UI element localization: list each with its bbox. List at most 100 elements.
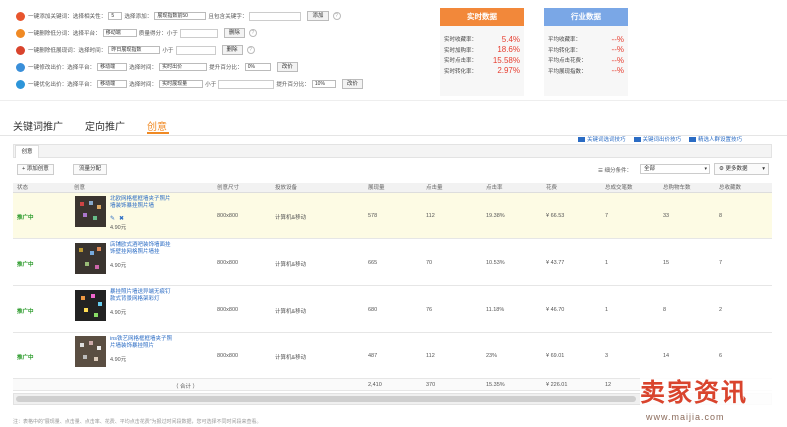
table-row: 推广中 ins铁艺网格框框墙夹子照片墙装饰暴挂照片 4.90元 800x800 … xyxy=(13,333,772,379)
change-bid-button[interactable]: 改价 xyxy=(341,79,363,89)
keyword-include-input[interactable] xyxy=(249,11,302,21)
creative-thumbnail[interactable] xyxy=(75,336,106,367)
creative-title-link[interactable]: 店铺欧式酒吧装饰墙面挂饰壁挂网格照片墙挂 xyxy=(110,242,174,256)
total-cost: ¥ 226.01 xyxy=(546,382,568,388)
stat-label: 平均展现指数： xyxy=(548,68,587,75)
tip-link-keyword-select[interactable]: 关键词选词技巧 xyxy=(587,135,626,143)
platform-select[interactable]: 移动端 xyxy=(97,80,128,88)
add-creative-button[interactable]: + 添加创意 xyxy=(17,164,54,175)
stat-row: 平均收藏率： --% xyxy=(544,34,628,45)
table-row: 推广中 北欧网格框框墙夹子照片墙装饰暴挂照片墙 ✎ ✖ 4.90元 800x80… xyxy=(13,193,772,239)
help-icon[interactable]: ? xyxy=(248,29,257,37)
creative-thumbnail[interactable] xyxy=(75,196,106,227)
active-tab-underline xyxy=(147,132,169,134)
stat-row: 实时加购率： 18.6% xyxy=(440,45,524,56)
op-label: 一键修改出价：选择平台： xyxy=(28,65,96,71)
add-range-select[interactable]: 展现指数前50 xyxy=(154,12,207,20)
col-size[interactable]: 创意尺寸 xyxy=(217,183,239,193)
col-device[interactable]: 投放设备 xyxy=(275,183,297,193)
subtab-creative[interactable]: 创意 xyxy=(15,145,39,158)
stat-value: 5.4% xyxy=(501,34,520,44)
flow-allocation-button[interactable]: 流量分配 xyxy=(73,164,108,175)
subtab-bar xyxy=(13,144,772,158)
more-data-button[interactable]: ⚙ 更多数据 ▾ xyxy=(714,163,769,175)
bid-optimize-icon xyxy=(16,79,25,89)
cell-cost: ¥ 43.77 xyxy=(546,260,565,266)
cell-ctr: 10.53% xyxy=(486,260,505,266)
creative-title-link[interactable]: 北欧网格框框墙夹子照片墙装饰暴挂照片墙 xyxy=(110,196,174,210)
col-cost[interactable]: 花费 xyxy=(546,183,557,193)
percent-select[interactable]: 10% xyxy=(311,80,336,88)
platform-select[interactable]: 移动端 xyxy=(102,29,137,37)
col-status[interactable]: 状态 xyxy=(17,183,28,193)
stat-label: 平均收藏率： xyxy=(548,37,582,44)
total-label: （ 合计 ） xyxy=(173,384,199,390)
filter-select[interactable]: 全部 ▾ xyxy=(640,164,710,174)
tip-link-crowd[interactable]: 精选人群设置技巧 xyxy=(698,135,742,143)
add-button[interactable]: 添加 xyxy=(307,11,329,21)
op-text: 提升百分比： xyxy=(209,65,243,71)
realtime-panel: 实时数据 实时收藏率： 5.4% 实时加购率： 18.6% 实时点击率： 15.58%… xyxy=(440,8,524,96)
op-label: 一键添加关键词：选择相关性： xyxy=(28,14,107,20)
score-input[interactable] xyxy=(179,28,218,38)
col-creative[interactable]: 创意 xyxy=(74,183,85,193)
tab-creative[interactable]: 创意 xyxy=(147,118,167,133)
delete-button[interactable]: 删除 xyxy=(223,28,245,38)
delete-icon[interactable]: ✖ xyxy=(119,215,124,222)
tips-links: 关键词选词技巧 关键词出价技巧 精选人群设置技巧 xyxy=(578,135,742,143)
time-select[interactable]: 实时出价 xyxy=(159,63,208,71)
cell-device: 计算机&移动 xyxy=(275,355,307,361)
threshold-input[interactable] xyxy=(218,79,275,89)
cell-clicks: 76 xyxy=(426,307,433,313)
creative-thumbnail[interactable] xyxy=(75,243,106,274)
cell-size: 800x800 xyxy=(217,307,239,313)
col-ctr[interactable]: 点击率 xyxy=(486,183,503,193)
total-clicks: 370 xyxy=(426,382,436,388)
time-select[interactable]: 实时展现量 xyxy=(159,80,204,88)
tip-link-keyword-bid[interactable]: 关键词出价技巧 xyxy=(643,135,682,143)
creative-thumbnail[interactable] xyxy=(75,290,106,321)
col-impressions[interactable]: 展现量 xyxy=(368,183,385,193)
more-data-label: 更多数据 xyxy=(725,166,748,172)
help-icon[interactable]: ? xyxy=(246,46,255,54)
impression-input[interactable] xyxy=(175,45,216,55)
cell-cart: 8 xyxy=(663,307,667,313)
edit-icon[interactable]: ✎ xyxy=(110,215,115,222)
bid-optimize-row: 一键优化出价：选择平台： 移动端 选择时间： 实时展现量 小于 提升百分比： 1… xyxy=(16,78,363,90)
relevance-select[interactable]: 5 xyxy=(108,12,123,20)
scrollbar-thumb[interactable] xyxy=(16,396,636,402)
stat-value: --% xyxy=(611,45,624,55)
add-creative-label: 添加创意 xyxy=(26,166,49,172)
cell-cost: ¥ 46.70 xyxy=(546,307,565,313)
delete-button[interactable]: 删除 xyxy=(221,45,243,55)
col-cart[interactable]: 总购物车数 xyxy=(663,183,691,193)
op-text: 选择添加： xyxy=(124,14,153,20)
stat-label: 平均点击花费： xyxy=(548,58,587,65)
bid-adjust-icon xyxy=(16,62,25,72)
watermark: 卖家资讯 www.maijia.com xyxy=(640,378,787,427)
platform-select[interactable]: 移动端 xyxy=(97,63,128,71)
col-clicks[interactable]: 点击量 xyxy=(426,183,443,193)
watermark-url: www.maijia.com xyxy=(646,412,725,422)
help-icon[interactable]: ? xyxy=(332,12,341,20)
creative-title-link[interactable]: 暴挂照片墙送异端无痕钉款式背景网格架彩灯 xyxy=(110,289,174,303)
watermark-title: 卖家资讯 xyxy=(640,378,749,407)
cell-ctr: 11.18% xyxy=(486,307,505,313)
col-favorites[interactable]: 总收藏数 xyxy=(719,183,741,193)
total-impressions: 2,410 xyxy=(368,382,382,388)
creative-title-link[interactable]: ins铁艺网格框框墙夹子照片墙装饰暴挂照片 xyxy=(110,336,174,350)
stat-label: 平均转化率： xyxy=(548,47,582,54)
tab-targeted-promotion[interactable]: 定向推广 xyxy=(85,118,125,133)
creative-price: 4.90元 xyxy=(110,357,127,363)
change-bid-button[interactable]: 改价 xyxy=(276,62,298,72)
op-label: 一键删除低展现词：选择时间： xyxy=(28,48,107,54)
percent-select[interactable]: 0% xyxy=(244,63,271,71)
time-select[interactable]: 昨日展现指数 xyxy=(108,46,161,54)
status-badge: 推广中 xyxy=(17,215,34,221)
table-header: 状态 创意 创意尺寸 投放设备 展现量 点击量 点击率 花费 总成交笔数 总购物… xyxy=(13,183,772,193)
filter-label-text: 细分条件： xyxy=(604,168,632,174)
status-badge: 推广中 xyxy=(17,355,34,361)
col-deals[interactable]: 总成交笔数 xyxy=(605,183,633,193)
tab-keyword-promotion[interactable]: 关键词推广 xyxy=(13,118,63,133)
op-text: 选择时间： xyxy=(129,65,158,71)
